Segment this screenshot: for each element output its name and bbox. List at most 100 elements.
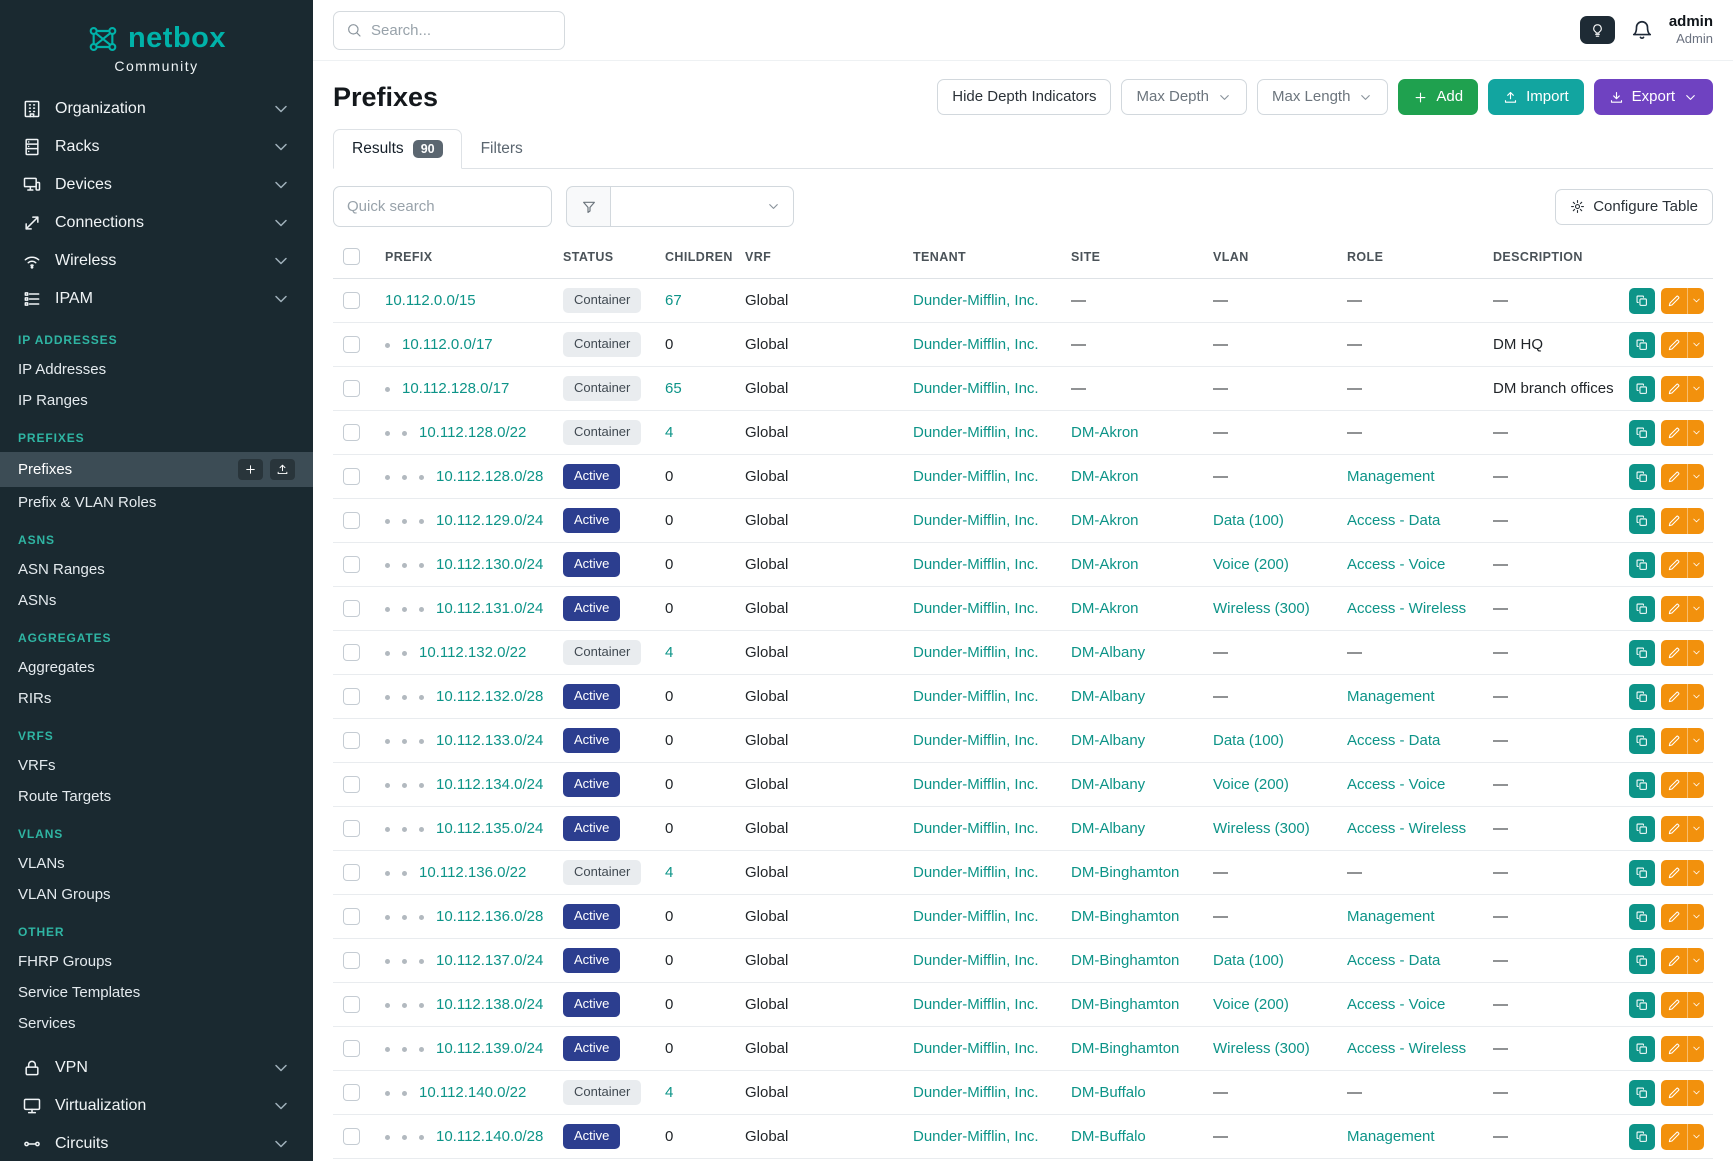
column-header-site[interactable]: SITE (1061, 235, 1203, 279)
import-icon[interactable] (270, 459, 295, 480)
edit-button[interactable] (1661, 420, 1687, 446)
row-checkbox[interactable] (343, 380, 360, 397)
prefix-link[interactable]: 10.112.133.0/24 (436, 732, 543, 749)
sidebar-menu-ipam[interactable]: IPAM (0, 280, 313, 318)
vlan-link[interactable]: Data (100) (1213, 732, 1284, 749)
select-all-checkbox[interactable] (343, 248, 360, 265)
tenant-link[interactable]: Dunder-Mifflin, Inc. (913, 864, 1039, 881)
edit-button[interactable] (1661, 816, 1687, 842)
row-checkbox[interactable] (343, 644, 360, 661)
role-link[interactable]: Access - Data (1347, 732, 1440, 749)
tenant-link[interactable]: Dunder-Mifflin, Inc. (913, 556, 1039, 573)
sidebar-menu-virtualization[interactable]: Virtualization (0, 1087, 313, 1125)
role-link[interactable]: Management (1347, 688, 1435, 705)
tenant-link[interactable]: Dunder-Mifflin, Inc. (913, 1084, 1039, 1101)
sidebar-item-ip-ranges[interactable]: IP Ranges (0, 385, 313, 416)
user-menu[interactable]: admin Admin (1669, 13, 1713, 48)
copy-button[interactable] (1629, 1036, 1655, 1062)
sidebar-item-prefix-vlan-roles[interactable]: Prefix & VLAN Roles (0, 487, 313, 518)
quick-search-input[interactable] (333, 186, 552, 227)
copy-button[interactable] (1629, 640, 1655, 666)
edit-button[interactable] (1661, 684, 1687, 710)
copy-button[interactable] (1629, 816, 1655, 842)
tenant-link[interactable]: Dunder-Mifflin, Inc. (913, 292, 1039, 309)
tenant-link[interactable]: Dunder-Mifflin, Inc. (913, 908, 1039, 925)
add-button[interactable]: Add (1398, 79, 1478, 115)
column-header-status[interactable]: STATUS (553, 235, 655, 279)
edit-button[interactable] (1661, 728, 1687, 754)
prefix-link[interactable]: 10.112.136.0/22 (419, 864, 526, 881)
row-checkbox[interactable] (343, 1128, 360, 1145)
edit-dropdown-button[interactable] (1687, 1036, 1704, 1062)
column-header-prefix[interactable]: PREFIX (375, 235, 553, 279)
site-link[interactable]: DM-Buffalo (1071, 1084, 1146, 1101)
tenant-link[interactable]: Dunder-Mifflin, Inc. (913, 1128, 1039, 1145)
copy-button[interactable] (1629, 772, 1655, 798)
vlan-link[interactable]: Wireless (300) (1213, 600, 1310, 617)
copy-button[interactable] (1629, 860, 1655, 886)
row-checkbox[interactable] (343, 908, 360, 925)
vlan-link[interactable]: Wireless (300) (1213, 820, 1310, 837)
edit-dropdown-button[interactable] (1687, 1080, 1704, 1106)
row-checkbox[interactable] (343, 1040, 360, 1057)
tab-results[interactable]: Results 90 (333, 129, 462, 169)
tenant-link[interactable]: Dunder-Mifflin, Inc. (913, 336, 1039, 353)
prefix-link[interactable]: 10.112.0.0/17 (402, 336, 493, 353)
edit-dropdown-button[interactable] (1687, 640, 1704, 666)
prefix-link[interactable]: 10.112.0.0/15 (385, 292, 476, 309)
copy-button[interactable] (1629, 288, 1655, 314)
row-checkbox[interactable] (343, 996, 360, 1013)
vlan-link[interactable]: Data (100) (1213, 952, 1284, 969)
edit-dropdown-button[interactable] (1687, 288, 1704, 314)
vlan-link[interactable]: Wireless (300) (1213, 1040, 1310, 1057)
role-link[interactable]: Management (1347, 1128, 1435, 1145)
configure-table-button[interactable]: Configure Table (1555, 189, 1713, 225)
row-checkbox[interactable] (343, 468, 360, 485)
column-header-children[interactable]: CHILDREN (655, 235, 735, 279)
sidebar-item-asns[interactable]: ASNs (0, 585, 313, 616)
edit-button[interactable] (1661, 1036, 1687, 1062)
row-checkbox[interactable] (343, 820, 360, 837)
edit-button[interactable] (1661, 1080, 1687, 1106)
sidebar-menu-circuits[interactable]: Circuits (0, 1125, 313, 1161)
edit-button[interactable] (1661, 552, 1687, 578)
children-count-link[interactable]: 67 (665, 292, 682, 309)
prefix-link[interactable]: 10.112.140.0/22 (419, 1084, 526, 1101)
tenant-link[interactable]: Dunder-Mifflin, Inc. (913, 1040, 1039, 1057)
sidebar-item-ip-addresses[interactable]: IP Addresses (0, 354, 313, 385)
tenant-link[interactable]: Dunder-Mifflin, Inc. (913, 468, 1039, 485)
add-icon[interactable] (238, 459, 263, 480)
saved-filter-select[interactable] (611, 186, 794, 227)
prefix-link[interactable]: 10.112.140.0/28 (436, 1128, 543, 1145)
copy-button[interactable] (1629, 376, 1655, 402)
tenant-link[interactable]: Dunder-Mifflin, Inc. (913, 600, 1039, 617)
max-length-dropdown[interactable]: Max Length (1257, 79, 1388, 115)
site-link[interactable]: DM-Akron (1071, 512, 1139, 529)
tenant-link[interactable]: Dunder-Mifflin, Inc. (913, 512, 1039, 529)
sidebar-item-fhrp-groups[interactable]: FHRP Groups (0, 946, 313, 977)
tenant-link[interactable]: Dunder-Mifflin, Inc. (913, 732, 1039, 749)
sidebar-item-route-targets[interactable]: Route Targets (0, 781, 313, 812)
sidebar-item-vlans[interactable]: VLANs (0, 848, 313, 879)
tenant-link[interactable]: Dunder-Mifflin, Inc. (913, 952, 1039, 969)
site-link[interactable]: DM-Binghamton (1071, 908, 1179, 925)
role-link[interactable]: Access - Voice (1347, 556, 1445, 573)
sidebar-item-rirs[interactable]: RIRs (0, 683, 313, 714)
tenant-link[interactable]: Dunder-Mifflin, Inc. (913, 424, 1039, 441)
edit-button[interactable] (1661, 596, 1687, 622)
edit-dropdown-button[interactable] (1687, 1124, 1704, 1150)
column-header-description[interactable]: DESCRIPTION (1483, 235, 1619, 279)
prefix-link[interactable]: 10.112.138.0/24 (436, 996, 543, 1013)
prefix-link[interactable]: 10.112.136.0/28 (436, 908, 543, 925)
site-link[interactable]: DM-Akron (1071, 424, 1139, 441)
edit-dropdown-button[interactable] (1687, 772, 1704, 798)
edit-dropdown-button[interactable] (1687, 376, 1704, 402)
prefix-link[interactable]: 10.112.139.0/24 (436, 1040, 543, 1057)
sidebar-item-asn-ranges[interactable]: ASN Ranges (0, 554, 313, 585)
prefix-link[interactable]: 10.112.134.0/24 (436, 776, 543, 793)
role-link[interactable]: Access - Voice (1347, 996, 1445, 1013)
sidebar-item-vrfs[interactable]: VRFs (0, 750, 313, 781)
row-checkbox[interactable] (343, 600, 360, 617)
row-checkbox[interactable] (343, 556, 360, 573)
sidebar-menu-vpn[interactable]: VPN (0, 1049, 313, 1087)
